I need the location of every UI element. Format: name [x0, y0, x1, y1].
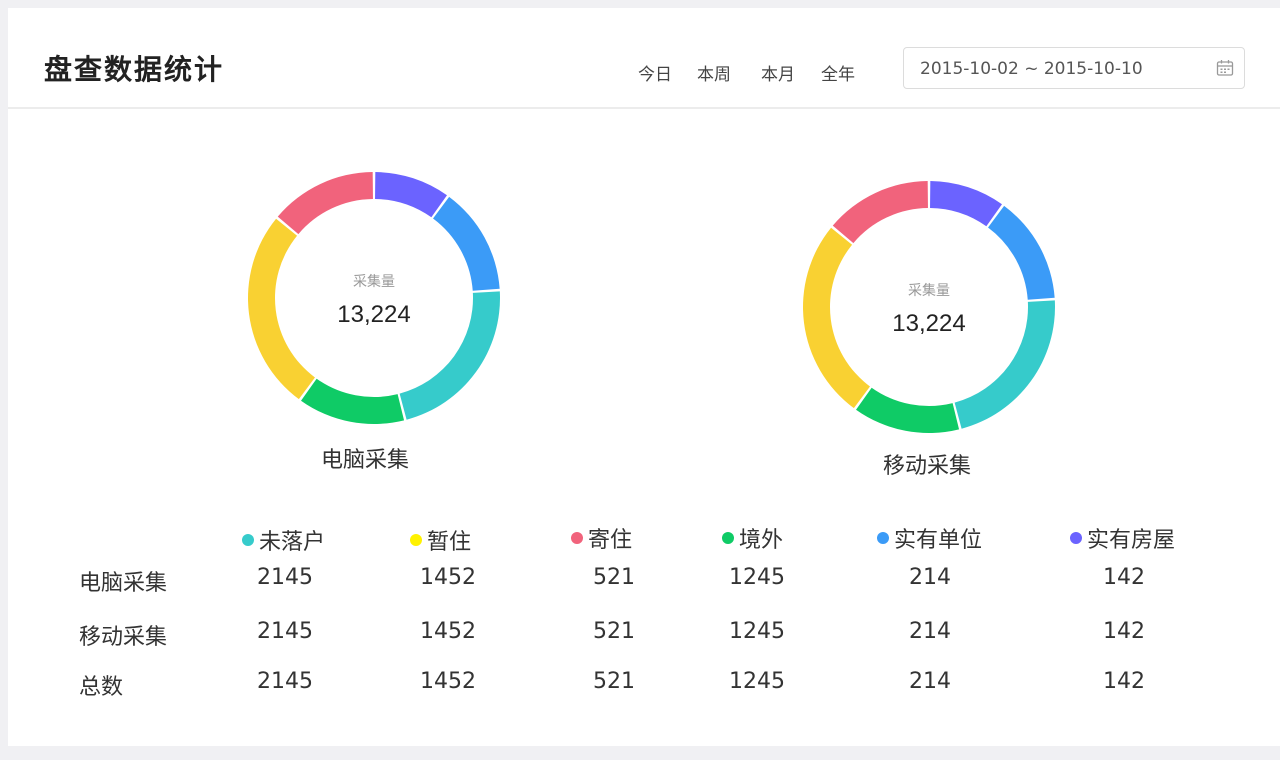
legend-item: 未落户 — [242, 524, 325, 556]
table-cell: 214 — [909, 565, 951, 590]
table-cell: 521 — [593, 669, 635, 694]
legend-item: 实有房屋 — [1070, 522, 1175, 554]
table-cell: 521 — [593, 565, 635, 590]
tab-year[interactable]: 全年 — [821, 60, 855, 85]
tab-month[interactable]: 本月 — [761, 60, 795, 85]
donut-slice-未落户 — [954, 300, 1055, 429]
legend-dot — [410, 534, 422, 546]
donut-center-label: 采集量 — [353, 273, 395, 290]
tab-today[interactable]: 今日 — [638, 60, 672, 85]
table-cell: 214 — [909, 619, 951, 644]
legend-label: 未落户 — [259, 530, 326, 555]
chart-title-mobile: 移动采集 — [883, 454, 972, 479]
legend-item: 暂住 — [410, 524, 471, 556]
donut-slice-实有房屋 — [930, 181, 1002, 227]
table-row-label: 总数 — [79, 675, 124, 700]
donut-slice-寄住 — [277, 172, 373, 235]
stats-card: 盘查数据统计 今日 本周 本月 全年 2015-10-02 ~ 2015-10-… — [8, 8, 1280, 746]
donut-slice-境外 — [301, 378, 405, 424]
donut-slice-实有单位 — [433, 196, 500, 291]
table-cell: 214 — [909, 669, 951, 694]
legend-label: 境外 — [739, 528, 784, 553]
table-cell: 2145 — [257, 619, 313, 644]
table-cell: 142 — [1103, 619, 1145, 644]
table-cell: 1452 — [420, 619, 476, 644]
legend-label: 实有房屋 — [1087, 528, 1176, 553]
table-cell: 1452 — [420, 565, 476, 590]
legend-dot — [242, 534, 254, 546]
table-cell: 1245 — [729, 619, 785, 644]
card-header: 盘查数据统计 今日 本周 本月 全年 2015-10-02 ~ 2015-10-… — [8, 8, 1280, 109]
donut-chart-mobile: 采集量 13,224 — [803, 181, 1055, 433]
donut-slice-境外 — [856, 387, 960, 433]
legend-item: 实有单位 — [877, 522, 982, 554]
table-cell: 1452 — [420, 669, 476, 694]
legend-item: 寄住 — [571, 522, 632, 554]
page-title: 盘查数据统计 — [44, 53, 225, 86]
tab-week[interactable]: 本周 — [697, 60, 731, 85]
donut-center-value: 13,224 — [892, 310, 965, 337]
donut-chart-computer: 采集量 13,224 — [247, 172, 501, 424]
table-row-label: 移动采集 — [79, 625, 168, 650]
table-cell: 521 — [593, 619, 635, 644]
table-cell: 1245 — [729, 565, 785, 590]
table-cell: 142 — [1103, 669, 1145, 694]
chart-title-computer: 电脑采集 — [321, 448, 410, 473]
donut-slice-寄住 — [832, 181, 928, 244]
legend-dot — [877, 532, 889, 544]
table-cell: 142 — [1103, 565, 1145, 590]
donut-slice-暂住 — [803, 227, 870, 409]
donut-slice-未落户 — [399, 291, 501, 420]
legend-label: 寄住 — [588, 528, 633, 553]
donut-slice-暂住 — [247, 218, 315, 400]
table-cell: 2145 — [257, 565, 313, 590]
calendar-icon[interactable] — [1216, 59, 1234, 77]
table-row-label: 电脑采集 — [79, 571, 168, 596]
donut-slice-实有单位 — [988, 205, 1055, 300]
legend-label: 暂住 — [427, 530, 472, 555]
legend-dot — [722, 532, 734, 544]
date-range-value: 2015-10-02 ~ 2015-10-10 — [920, 59, 1143, 79]
date-range-picker[interactable]: 2015-10-02 ~ 2015-10-10 — [903, 47, 1245, 89]
table-cell: 1245 — [729, 669, 785, 694]
legend-dot — [1070, 532, 1082, 544]
donut-slice-实有房屋 — [375, 172, 447, 218]
legend-item: 境外 — [722, 522, 783, 554]
donut-center-label: 采集量 — [908, 282, 950, 299]
table-cell: 2145 — [257, 669, 313, 694]
donut-center-value: 13,224 — [337, 301, 410, 328]
legend-dot — [571, 532, 583, 544]
legend-label: 实有单位 — [894, 528, 983, 553]
